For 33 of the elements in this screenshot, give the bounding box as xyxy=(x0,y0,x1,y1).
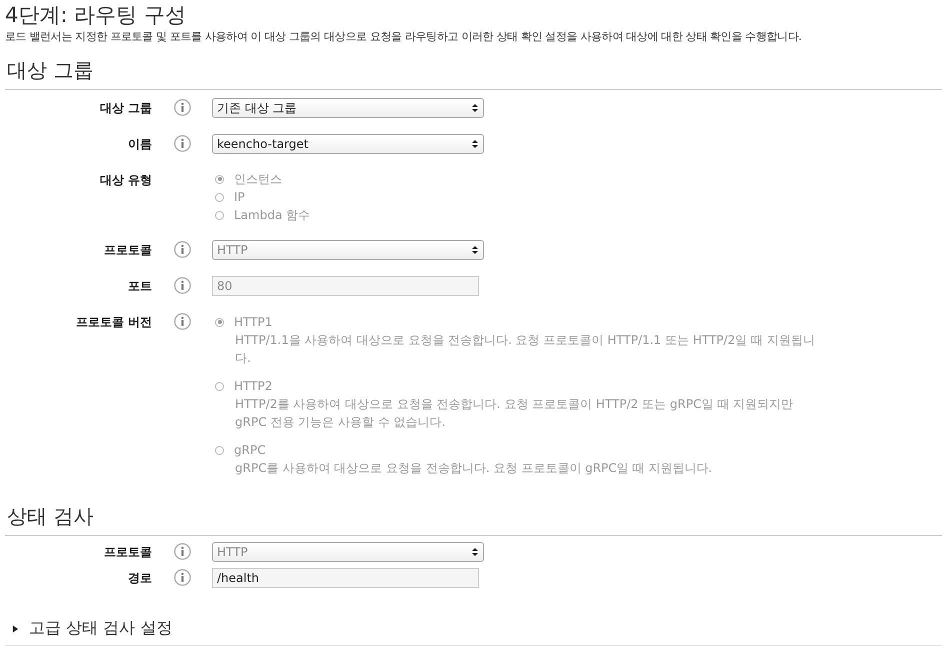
field-label: 이름 xyxy=(127,136,152,153)
dropdown[interactable]: 기존 대상 그룹 xyxy=(212,98,484,118)
dropdown[interactable]: keencho-target xyxy=(212,134,484,154)
dropdown-arrows-icon xyxy=(471,139,479,149)
option-label: HTTP1 xyxy=(234,314,272,331)
page-title: 4단계: 라우팅 구성 xyxy=(5,2,187,28)
field-label: 프로토콜 버전 xyxy=(74,314,152,331)
field-label: 포트 xyxy=(127,278,152,295)
option-description: HTTP/2를 사용하여 대상으로 요청을 전송합니다. 요청 프로토콜이 HTTP/2 또는 gRPC일 때 지원되지만 gRPC 전용 기능은 사용할 수 없습니다. xyxy=(234,396,794,431)
option-label: gRPC xyxy=(234,442,266,459)
option-label: HTTP2 xyxy=(234,378,272,395)
section-heading: 대상 그룹 xyxy=(5,57,942,90)
section-heading: 상태 검사 xyxy=(5,503,942,536)
dropdown-arrows-icon xyxy=(471,103,479,113)
dropdown-arrows-icon xyxy=(471,245,479,255)
option-label: Lambda 함수 xyxy=(234,207,310,224)
field-label: 대상 유형 xyxy=(98,172,152,189)
option-label: 인스턴스 xyxy=(234,171,282,188)
field-label: 프로토콜 xyxy=(103,544,152,561)
option-description: HTTP/1.1을 사용하여 대상으로 요청을 전송합니다. 요청 프로토콜이 HTTP/1.1 또는 HTTP/2일 때 지원됩니다. xyxy=(234,332,816,367)
field-label: 프로토콜 xyxy=(103,242,152,259)
expand-arrow-icon[interactable] xyxy=(12,624,19,634)
field-label: 대상 그룹 xyxy=(98,100,152,117)
info-icon[interactable] xyxy=(174,99,190,116)
advanced-settings-toggle[interactable]: 고급 상태 검사 설정 xyxy=(29,618,172,639)
input-field[interactable]: /health xyxy=(212,568,479,588)
option-description: gRPC를 사용하여 대상으로 요청을 전송합니다. 요청 프로토콜이 gRPC일 때 지원됩니다. xyxy=(234,460,714,477)
field-label: 경로 xyxy=(127,570,152,587)
option-label: IP xyxy=(234,189,245,206)
dropdown-arrows-icon xyxy=(471,547,479,557)
intro-text: 로드 밸런서는 지정한 프로토콜 및 포트를 사용하여 이 대상 그룹의 대상으로 요청을 라우팅하고 이러한 상태 확인 설정을 사용하여 대상에 대한 상태 확인을 수행합니다. xyxy=(5,29,803,45)
info-icon[interactable] xyxy=(174,569,190,586)
info-icon[interactable] xyxy=(174,135,190,152)
